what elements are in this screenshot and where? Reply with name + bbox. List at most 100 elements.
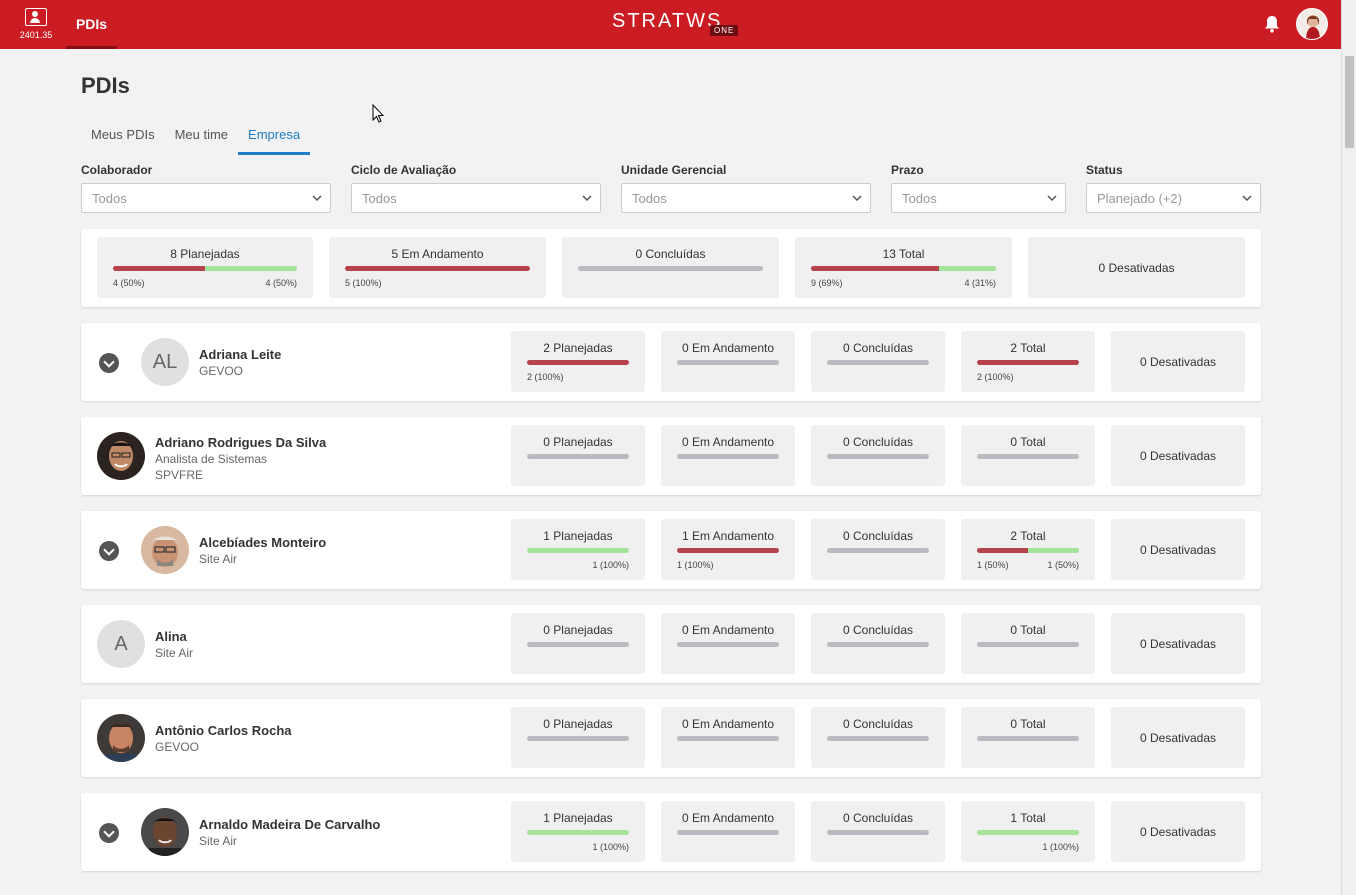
stat-concluidas[interactable]: 0 Concluídas [811, 707, 945, 768]
stat-right-pct: 1 (100%) [592, 842, 629, 852]
stat-total[interactable]: 2 Total 1 (50%) 1 (50%) [961, 519, 1095, 580]
summary-andamento[interactable]: 5 Em Andamento 5 (100%) [329, 237, 546, 298]
stat-planejadas[interactable]: 0 Planejadas [511, 425, 645, 486]
progress-bar [811, 266, 996, 271]
bell-icon[interactable] [1264, 15, 1280, 33]
status-select[interactable]: Planejado (+2) [1086, 183, 1261, 213]
summary-total[interactable]: 13 Total 9 (69%) 4 (31%) [795, 237, 1012, 298]
stat-planejadas[interactable]: 1 Planejadas 1 (100%) [511, 801, 645, 862]
stat-left-pct: 2 (100%) [977, 372, 1014, 382]
unidade-select[interactable]: Todos [621, 183, 871, 213]
stat-left-pct: 1 (100%) [677, 560, 714, 570]
colaborador-select[interactable]: Todos [81, 183, 331, 213]
stat-andamento[interactable]: 0 Em Andamento [661, 801, 795, 862]
bar-segment-green [527, 830, 629, 835]
stat-total[interactable]: 0 Total [961, 707, 1095, 768]
progress-bar [527, 360, 629, 365]
progress-bar [977, 830, 1079, 835]
stat-planejadas[interactable]: 2 Planejadas 2 (100%) [511, 331, 645, 392]
scroll-thumb[interactable] [1345, 56, 1354, 148]
collaborator-row[interactable]: Antônio Carlos Rocha GEVOO 0 Planejadas 0 E… [81, 699, 1261, 777]
stat-total[interactable]: 2 Total 2 (100%) [961, 331, 1095, 392]
stat-concluidas[interactable]: 0 Concluídas [811, 801, 945, 862]
person-name: Arnaldo Madeira De Carvalho [199, 817, 381, 832]
person-info: Arnaldo Madeira De Carvalho Site Air [199, 817, 380, 848]
stat-title: 0 Concluídas [842, 435, 914, 449]
collaborator-row[interactable]: Arnaldo Madeira De Carvalho Site Air 1 Pla… [81, 793, 1261, 871]
stat-andamento[interactable]: 1 Em Andamento 1 (100%) [661, 519, 795, 580]
chevron-down-icon [852, 195, 862, 202]
stat-concluidas[interactable]: 0 Concluídas [811, 331, 945, 392]
stat-concluidas[interactable]: 0 Concluídas [811, 519, 945, 580]
bar-segment-red [811, 266, 939, 271]
stat-concluidas[interactable]: 0 Concluídas [811, 613, 945, 674]
summary-desativadas[interactable]: 0 Desativadas [1028, 237, 1245, 298]
stat-andamento[interactable]: 0 Em Andamento [661, 425, 795, 486]
stat-desativadas[interactable]: 0 Desativadas [1111, 613, 1245, 674]
stat-desativadas[interactable]: 0 Desativadas [1111, 425, 1245, 486]
stat-total[interactable]: 0 Total [961, 425, 1095, 486]
expand-chevron-icon[interactable] [99, 823, 119, 843]
progress-bar [677, 454, 779, 459]
user-avatar[interactable] [1296, 8, 1328, 40]
prazo-select[interactable]: Todos [891, 183, 1066, 213]
summary-concluidas[interactable]: 0 Concluídas [562, 237, 779, 298]
collaborator-row[interactable]: Alcebíades Monteiro Site Air 1 Planejadas 1… [81, 511, 1261, 589]
stat-desativadas[interactable]: 0 Desativadas [1111, 707, 1245, 768]
bar-segment-green [527, 548, 629, 553]
expand-chevron-icon[interactable] [99, 353, 119, 373]
page-scrollbar[interactable] [1341, 0, 1356, 895]
app-switcher[interactable]: 2401.35 [10, 5, 62, 45]
stat-title: 0 Desativadas [1139, 637, 1217, 651]
stat-title: 0 Concluídas [635, 247, 706, 261]
stat-right-pct: 1 (100%) [592, 560, 629, 570]
chevron-down-icon [312, 195, 322, 202]
person-name: Antônio Carlos Rocha [155, 723, 292, 738]
stat-title: 0 Concluídas [842, 341, 914, 355]
summary-planejadas[interactable]: 8 Planejadas 4 (50%) 4 (50%) [97, 237, 313, 298]
collaborator-row[interactable]: Adriano Rodrigues Da Silva Analista de Si… [81, 417, 1261, 495]
stat-desativadas[interactable]: 0 Desativadas [1111, 801, 1245, 862]
stat-right-pct: 4 (31%) [964, 278, 996, 288]
stat-right-pct: 1 (100%) [1042, 842, 1079, 852]
filter-colaborador: Colaborador Todos [81, 163, 331, 213]
person-role: Site Air [199, 834, 238, 848]
collaborator-row[interactable]: AL Adriana Leite GEVOO 2 Planejadas 2 (100%)… [81, 323, 1261, 401]
progress-bar [827, 642, 929, 647]
progress-bar [345, 266, 530, 271]
select-value: Todos [902, 191, 937, 206]
person-role: Analista de Sistemas [155, 452, 268, 466]
person-role: Site Air [155, 646, 194, 660]
stat-title: 0 Em Andamento [681, 341, 775, 355]
stat-andamento[interactable]: 0 Em Andamento [661, 331, 795, 392]
stat-planejadas[interactable]: 0 Planejadas [511, 613, 645, 674]
avatar: AL [141, 338, 189, 386]
progress-bar [677, 736, 779, 741]
stat-title: 13 Total [882, 247, 925, 261]
nav-tab-pdis[interactable]: PDIs [66, 0, 117, 49]
stat-title: 1 Planejadas [543, 529, 613, 543]
stat-planejadas[interactable]: 1 Planejadas 1 (100%) [511, 519, 645, 580]
stat-desativadas[interactable]: 0 Desativadas [1111, 519, 1245, 580]
stat-total[interactable]: 1 Total 1 (100%) [961, 801, 1095, 862]
tab-meu-time[interactable]: Meu time [165, 118, 238, 155]
tab-empresa[interactable]: Empresa [238, 118, 311, 155]
stat-planejadas[interactable]: 0 Planejadas [511, 707, 645, 768]
stat-title: 2 Planejadas [543, 341, 613, 355]
stat-title: 0 Planejadas [543, 435, 613, 449]
summary-card: 8 Planejadas 4 (50%) 4 (50%) 5 Em Andame… [81, 229, 1261, 307]
stat-total[interactable]: 0 Total [961, 613, 1095, 674]
stat-concluidas[interactable]: 0 Concluídas [811, 425, 945, 486]
stat-desativadas[interactable]: 0 Desativadas [1111, 331, 1245, 392]
collaborator-row[interactable]: A Alina Site Air 0 Planejadas 0 Em Andamento… [81, 605, 1261, 683]
progress-bar [527, 830, 629, 835]
stat-title: 2 Total [1010, 529, 1046, 543]
expand-chevron-icon[interactable] [99, 541, 119, 561]
stat-andamento[interactable]: 0 Em Andamento [661, 613, 795, 674]
stat-andamento[interactable]: 0 Em Andamento [661, 707, 795, 768]
tab-meus-pdis[interactable]: Meus PDIs [81, 118, 165, 155]
person-info: Alina Site Air [155, 629, 193, 660]
ciclo-select[interactable]: Todos [351, 183, 601, 213]
progress-bar [977, 454, 1079, 459]
avatar [97, 432, 145, 480]
